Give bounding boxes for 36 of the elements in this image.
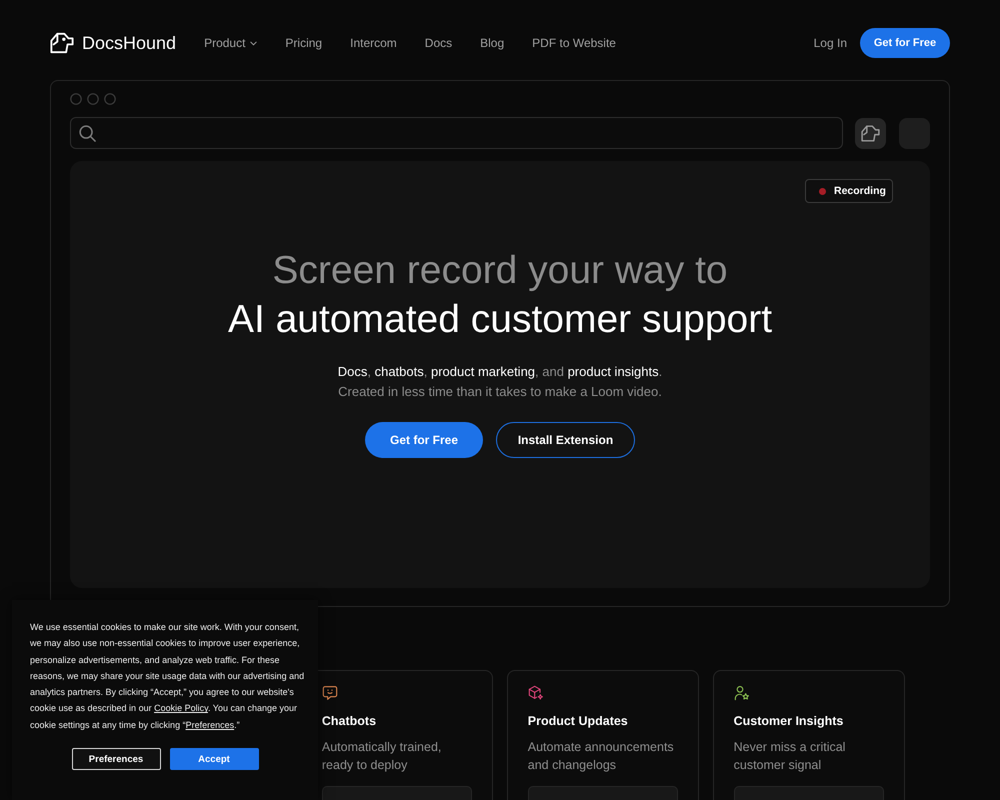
window-dot-icon xyxy=(104,93,116,105)
search-icon xyxy=(79,124,96,142)
window-dot-icon xyxy=(87,93,99,105)
preferences-button[interactable]: Preferences xyxy=(72,748,160,770)
hero-title-lead: Screen record your way to xyxy=(272,248,728,294)
dog-head-icon xyxy=(861,124,880,142)
search-field[interactable] xyxy=(70,117,843,149)
card-title: Customer Insights xyxy=(734,713,844,730)
badge-label: Recording xyxy=(834,185,886,197)
card-title: Chatbots xyxy=(322,713,378,730)
hero-subtitle: Docs, chatbots, product marketing, and product insights. xyxy=(338,363,662,381)
hero-title: AI automated customer support xyxy=(228,297,772,343)
login-link[interactable]: Log In xyxy=(814,36,847,50)
card-description: Automatically trained, ready to deploy xyxy=(322,739,442,774)
dog-head-icon xyxy=(50,32,74,54)
logo-button[interactable] xyxy=(855,118,886,148)
nav-link[interactable]: Pricing xyxy=(285,36,322,50)
cookie-notice-text: We use essential cookies to make our site work. With your consent, we may also use non-essential cookies to improve user experience, personalize advertisements, and analyze web traffic. For these reasons, we may share your site usage data with our advertising and analytics partners. By clicking “Accept,” you agree to our website's cookie use as described in our Cookie Policy. You can change your cookie settings at any time by clicking “Preferences.” xyxy=(30,621,306,732)
card-description: Automate announcements and changelogs xyxy=(528,739,675,774)
install-extension-button[interactable]: Install Extension xyxy=(496,422,635,458)
window-dot-icon xyxy=(70,93,82,105)
logo-text[interactable]: DocsHound xyxy=(82,32,176,54)
get-started-button[interactable]: Get for Free xyxy=(860,28,950,58)
inline-link[interactable]: Preferences xyxy=(186,720,234,730)
card-description: Never miss a critical customer signal xyxy=(734,739,846,774)
nav-link[interactable]: Blog xyxy=(480,36,504,50)
get-started-button[interactable]: Get for Free xyxy=(365,422,483,458)
nav-link[interactable]: Product xyxy=(204,36,258,50)
accept-button[interactable]: Accept xyxy=(170,748,258,770)
record-dot-icon xyxy=(819,188,826,194)
nav-link[interactable]: PDF to Website xyxy=(532,36,616,50)
nav-link[interactable]: Intercom xyxy=(350,36,397,50)
nav-link[interactable]: Docs xyxy=(424,36,452,50)
card-title: Product Updates xyxy=(528,713,629,730)
hero-tagline: Created in less time than it takes to make a Loom video. xyxy=(338,383,662,401)
inline-link[interactable]: Cookie Policy xyxy=(154,703,208,714)
